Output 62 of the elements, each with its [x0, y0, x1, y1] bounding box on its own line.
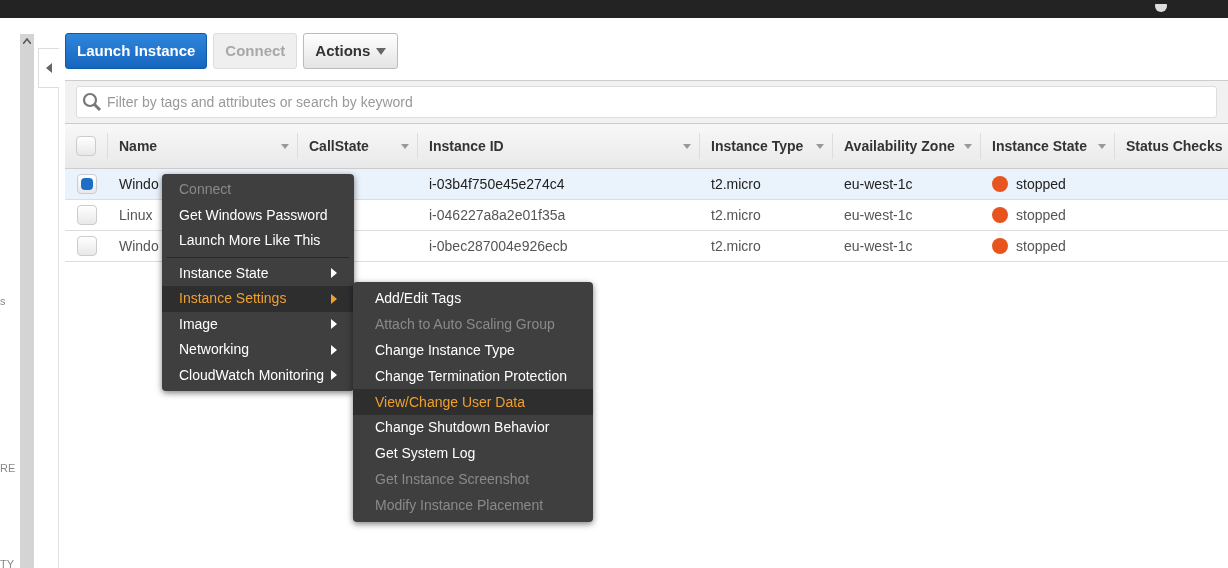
- menu-item[interactable]: Instance Settings: [162, 286, 354, 312]
- menu-item[interactable]: Change Shutdown Behavior: [353, 415, 593, 441]
- menu-item[interactable]: View/Change User Data: [353, 389, 593, 415]
- submenu-arrow-icon: [331, 370, 337, 381]
- table-cell-text: Windo: [119, 236, 159, 256]
- dropdown-caret-icon: [376, 47, 387, 55]
- menu-item[interactable]: CloudWatch Monitoring: [162, 362, 354, 388]
- table-cell-text: Linux: [119, 205, 153, 225]
- collapse-arrow-icon: [46, 63, 52, 73]
- table-cell-text: stopped: [1016, 205, 1066, 225]
- toolbar-button[interactable]: Launch Instance: [65, 33, 208, 69]
- table-cell-text: t2.micro: [711, 174, 761, 194]
- table-cell-text: Windo: [119, 174, 159, 194]
- menu-item[interactable]: Networking: [162, 337, 354, 363]
- checkbox[interactable]: [76, 205, 97, 225]
- search-icon: [82, 92, 102, 112]
- column-header[interactable]: Instance ID: [418, 133, 700, 159]
- column-header[interactable]: CallState: [298, 133, 418, 159]
- scroll-up-icon[interactable]: [23, 38, 31, 44]
- table-cell-text: i-046227a8a2e01f35a: [429, 205, 566, 225]
- sort-caret-icon[interactable]: [281, 143, 289, 149]
- table-cell-text: t2.micro: [711, 236, 761, 256]
- table-cell-text: i-03b4f750e45e274c4: [429, 174, 565, 194]
- scrollbar[interactable]: [20, 34, 34, 568]
- menu-item[interactable]: Get Windows Password: [162, 202, 354, 228]
- submenu-arrow-icon: [331, 344, 337, 355]
- checkbox[interactable]: [76, 136, 96, 156]
- checkbox[interactable]: [76, 174, 97, 194]
- table-cell-text: stopped: [1016, 236, 1066, 256]
- menu-item[interactable]: Launch More Like This: [162, 228, 354, 254]
- submenu-arrow-icon: [331, 268, 337, 279]
- column-header[interactable]: Availability Zone: [833, 133, 981, 159]
- column-header[interactable]: Instance State: [981, 133, 1115, 159]
- menu-item[interactable]: Image: [162, 311, 354, 337]
- menu-item[interactable]: Instance State: [162, 260, 354, 286]
- sidebar-label[interactable]: s: [0, 293, 20, 310]
- menu-item[interactable]: Add/Edit Tags: [353, 286, 593, 312]
- actions-dropdown[interactable]: Actions: [303, 33, 399, 69]
- table-cell-text: t2.micro: [711, 205, 761, 225]
- column-header[interactable]: Name: [108, 133, 298, 159]
- sidebar-label[interactable]: TY: [0, 556, 20, 568]
- sort-caret-icon[interactable]: [1098, 143, 1106, 149]
- menu-item[interactable]: Change Instance Type: [353, 337, 593, 364]
- submenu-arrow-icon: [331, 293, 337, 304]
- sort-caret-icon[interactable]: [816, 143, 824, 149]
- table-cell-text: eu-west-1c: [844, 236, 913, 256]
- collapse-tab[interactable]: [38, 48, 59, 88]
- table-cell-text: eu-west-1c: [844, 205, 913, 225]
- sidebar-label[interactable]: RE: [0, 459, 20, 476]
- table-cell-text: eu-west-1c: [844, 174, 913, 194]
- checkbox[interactable]: [76, 236, 97, 256]
- search-field[interactable]: Filter by tags and attributes or search by keyword: [76, 86, 1217, 118]
- menu-item[interactable]: Change Termination Protection: [353, 363, 593, 390]
- column-header[interactable]: Instance Type: [700, 133, 833, 159]
- sort-caret-icon[interactable]: [401, 143, 409, 149]
- column-header[interactable]: Status Checks: [1115, 133, 1228, 159]
- table-cell-text: i-0bec287004e926ecb: [429, 236, 568, 256]
- menu-item[interactable]: Get System Log: [353, 440, 593, 467]
- table-cell-text: stopped: [1016, 174, 1066, 194]
- sort-caret-icon[interactable]: [683, 143, 691, 149]
- sort-caret-icon[interactable]: [964, 143, 972, 149]
- submenu-arrow-icon: [331, 319, 337, 330]
